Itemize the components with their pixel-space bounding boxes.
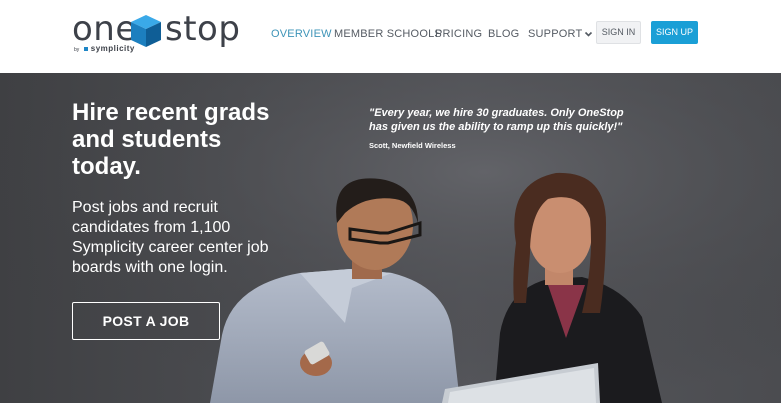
- onestop-logo[interactable]: one stop by symplicity: [72, 9, 240, 58]
- nav-blog[interactable]: BLOG: [488, 28, 519, 40]
- nav-support[interactable]: SUPPORT: [528, 28, 593, 40]
- symplicity-mark-icon: [83, 46, 88, 51]
- nav-pricing[interactable]: PRICING: [435, 28, 482, 40]
- nav-member-schools[interactable]: MEMBER SCHOOLS: [334, 28, 442, 40]
- sign-up-button[interactable]: SIGN UP: [651, 21, 698, 44]
- logo-word-stop: stop: [165, 9, 241, 49]
- logo-cube-icon: [131, 15, 161, 47]
- hero-section: Hire recent grads and students today. Po…: [0, 73, 781, 403]
- nav-support-label: SUPPORT: [528, 28, 583, 40]
- logo-brand: symplicity: [90, 44, 135, 53]
- testimonial-author: Scott, Newfield Wireless: [369, 141, 456, 150]
- site-header: one stop by symplicity OVERVIEW MEMBER S…: [0, 0, 781, 73]
- chevron-down-icon: [585, 32, 593, 37]
- logo-by: by: [74, 47, 80, 53]
- logo-byline: by symplicity: [74, 44, 135, 53]
- testimonial-quote: "Every year, we hire 30 graduates. Only …: [369, 107, 624, 133]
- nav-overview[interactable]: OVERVIEW: [271, 28, 332, 40]
- sign-in-button[interactable]: SIGN IN: [596, 21, 641, 44]
- hero-subhead: Post jobs and recruit candidates from 1,…: [72, 199, 269, 276]
- hero-headline: Hire recent grads and students today.: [72, 99, 270, 180]
- logo-word-one: one: [72, 9, 137, 49]
- post-a-job-button[interactable]: POST A JOB: [72, 302, 220, 340]
